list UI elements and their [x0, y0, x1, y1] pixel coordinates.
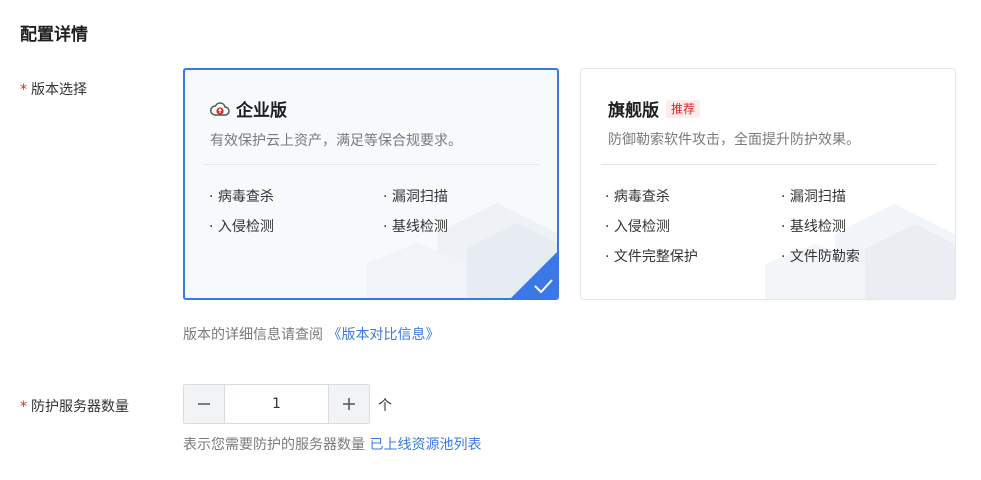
server-count-label-text: 防护服务器数量: [31, 399, 129, 415]
card-divider: [601, 164, 937, 165]
card-title: 旗舰版: [608, 101, 659, 121]
server-count-label: * 防护服务器数量: [20, 396, 129, 416]
feature-item: · 基线检测: [383, 219, 448, 235]
version-hint: 版本的详细信息请查阅 《版本对比信息》: [183, 324, 439, 344]
minus-icon: [198, 403, 210, 405]
flagship-edition-card[interactable]: 旗舰版 推荐 防御勒索软件攻击，全面提升防护效果。 · 病毒查杀 · 漏洞扫描 …: [580, 68, 956, 300]
plus-icon: [343, 398, 355, 410]
feature-item: · 漏洞扫描: [781, 189, 846, 205]
server-count-input[interactable]: [225, 385, 328, 423]
enterprise-edition-card[interactable]: 企业版 有效保护云上资产，满足等保合规要求。 · 病毒查杀 · 漏洞扫描 · 入…: [183, 68, 559, 300]
server-count-stepper: [183, 384, 370, 424]
card-description: 有效保护云上资产，满足等保合规要求。: [210, 133, 462, 149]
selected-check-icon: [511, 252, 557, 298]
card-title: 企业版: [236, 101, 287, 121]
feature-item: · 文件防勒索: [781, 249, 860, 265]
required-mark: *: [20, 82, 27, 98]
feature-item: · 基线检测: [781, 219, 846, 235]
increment-button[interactable]: [328, 385, 369, 423]
feature-item: · 入侵检测: [605, 219, 670, 235]
card-divider: [203, 164, 539, 165]
version-hint-text: 版本的详细信息请查阅: [183, 327, 323, 343]
section-title: 配置详情: [20, 25, 88, 45]
version-select-label: * 版本选择: [20, 79, 87, 99]
feature-item: · 病毒查杀: [605, 189, 670, 205]
version-compare-link[interactable]: 《版本对比信息》: [327, 327, 439, 343]
card-description: 防御勒索软件攻击，全面提升防护效果。: [608, 132, 860, 148]
recommend-badge: 推荐: [666, 99, 701, 118]
server-hint: 表示您需要防护的服务器数量 已上线资源池列表: [183, 434, 481, 454]
feature-item: · 病毒查杀: [209, 189, 274, 205]
feature-item: · 入侵检测: [209, 219, 274, 235]
version-label-text: 版本选择: [31, 82, 87, 98]
decrement-button[interactable]: [184, 385, 225, 423]
feature-item: · 漏洞扫描: [383, 189, 448, 205]
unit-label: 个: [378, 398, 392, 414]
server-hint-text: 表示您需要防护的服务器数量: [183, 437, 365, 453]
required-mark: *: [20, 399, 27, 415]
cloud-upload-icon: [210, 101, 230, 116]
feature-item: · 文件完整保护: [605, 249, 698, 265]
resource-pool-link[interactable]: 已上线资源池列表: [369, 437, 481, 453]
